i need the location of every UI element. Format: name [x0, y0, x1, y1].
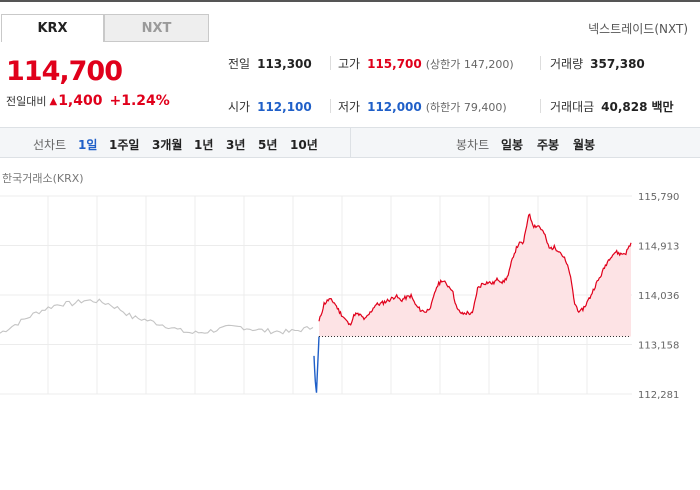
- stat-value: 112,000: [367, 99, 422, 114]
- candle-daily[interactable]: 일봉: [501, 136, 523, 153]
- stat-low: 저가 112,000 (하한가 79,400): [338, 98, 507, 115]
- stat-label: 저가: [338, 100, 361, 114]
- chart-exchange-label: 한국거래소(KRX): [2, 172, 84, 185]
- stat-sub: (하한가 79,400): [425, 100, 507, 114]
- line-chart-label: 선차트: [33, 138, 67, 152]
- stat-open: 시가 112,100: [228, 98, 312, 115]
- period-1y[interactable]: 1년: [194, 136, 213, 153]
- stat-high: 고가 115,700 (상한가 147,200): [338, 55, 514, 72]
- stat-label: 시가: [228, 100, 251, 114]
- stat-label: 거래량: [550, 57, 584, 71]
- top-border: [0, 0, 700, 2]
- period-3m[interactable]: 3개월: [152, 136, 182, 153]
- stat-value: 113,300: [257, 56, 312, 71]
- divider: [330, 56, 331, 70]
- stat-value: 357,380: [590, 56, 645, 71]
- y-tick-label: 112,281: [638, 390, 679, 400]
- period-1w[interactable]: 1주일: [109, 136, 139, 153]
- divider: [540, 56, 541, 70]
- period-1d[interactable]: 1일: [78, 136, 97, 153]
- stat-value: 115,700: [367, 56, 422, 71]
- stat-value: 112,100: [257, 99, 312, 114]
- change-value: 1,400: [58, 93, 103, 109]
- candle-weekly[interactable]: 주봉: [537, 136, 559, 153]
- tab-nxt[interactable]: NXT: [104, 14, 209, 42]
- stat-amount: 거래대금 40,828 백만: [550, 98, 674, 115]
- divider: [330, 99, 331, 113]
- period-bar-divider: [350, 128, 351, 157]
- y-tick-label: 114,036: [638, 291, 679, 302]
- stat-label: 고가: [338, 57, 361, 71]
- period-5y[interactable]: 5년: [258, 136, 277, 153]
- period-3y[interactable]: 3년: [226, 136, 245, 153]
- stat-sub: (상한가 147,200): [425, 57, 514, 71]
- nxt-trade-link[interactable]: 넥스트레이드(NXT): [588, 20, 688, 37]
- price-change: 전일대비 ▲ 1,400 +1.24%: [6, 93, 170, 109]
- change-label: 전일대비: [6, 95, 47, 108]
- up-triangle-icon: ▲: [49, 95, 58, 107]
- tab-krx[interactable]: KRX: [1, 14, 104, 42]
- period-10y[interactable]: 10년: [290, 136, 318, 153]
- stat-unit: 백만: [651, 100, 674, 114]
- series-line-pre-market: [0, 298, 314, 335]
- candle-chart-label: 봉차트: [456, 138, 490, 152]
- stat-label: 거래대금: [550, 100, 595, 114]
- series-area-main: [319, 214, 631, 337]
- stat-label: 전일: [228, 57, 251, 71]
- current-price: 114,700: [6, 56, 123, 87]
- change-percent: +1.24%: [109, 93, 170, 109]
- intraday-chart[interactable]: 115,790 114,913 114,036 113,158 112,281: [0, 185, 700, 400]
- y-tick-label: 113,158: [638, 341, 679, 352]
- y-tick-label: 114,913: [638, 242, 679, 253]
- stat-prev-close: 전일 113,300: [228, 55, 312, 72]
- divider: [540, 99, 541, 113]
- candle-monthly[interactable]: 월봉: [573, 136, 595, 153]
- stat-volume: 거래량 357,380: [550, 55, 645, 72]
- y-tick-label: 115,790: [638, 192, 679, 203]
- stat-value: 40,828: [601, 99, 648, 114]
